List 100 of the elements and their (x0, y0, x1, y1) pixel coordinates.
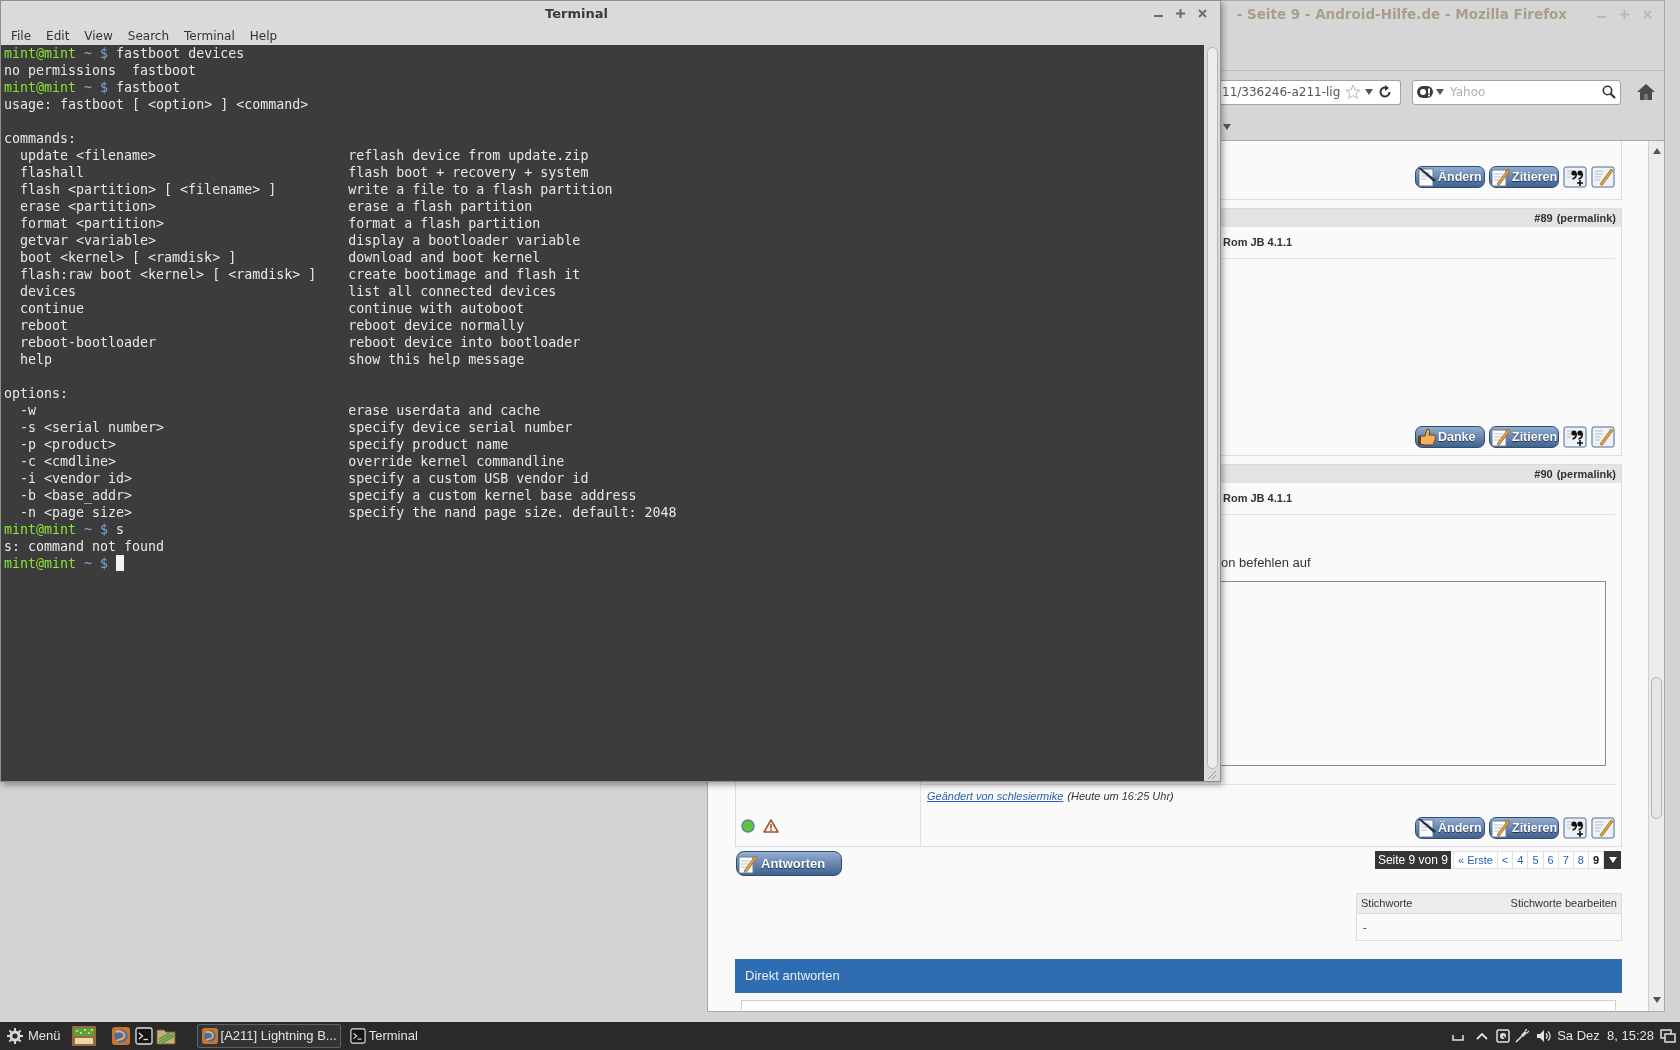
scrollbar-thumb[interactable] (1651, 677, 1662, 819)
url-text: 11/336246-a211-lig (1221, 84, 1342, 101)
option-description: reflash device from update.zip (348, 147, 589, 164)
option-name: -n <page size> (20, 505, 133, 520)
multi-quote-button[interactable] (1563, 426, 1587, 448)
dropdown-arrow-icon[interactable] (1365, 89, 1373, 95)
option-name: -s <serial number> (20, 420, 165, 435)
clock[interactable]: Sa Dez 8, 15:28 (1557, 1026, 1654, 1046)
document-pen-icon (1491, 818, 1511, 838)
close-button[interactable] (1198, 9, 1207, 18)
menu-item[interactable]: Edit (46, 26, 70, 45)
menu-item[interactable]: Help (249, 26, 278, 45)
window-title: - Seite 9 - Android-Hilfe.de - Mozilla Firefox (1236, 4, 1567, 24)
reply-button[interactable]: Antworten (736, 851, 842, 876)
prompt-path: ~ $ (84, 521, 109, 538)
option-name: help (20, 352, 53, 367)
menu-button[interactable]: Menü (0, 1022, 65, 1050)
option-name: update <filename> (20, 148, 157, 163)
reload-icon[interactable] (1378, 85, 1392, 99)
option-name: devices (20, 284, 77, 299)
edit-button[interactable]: Ändern (1415, 166, 1485, 188)
thanks-button[interactable]: Danke (1415, 426, 1485, 448)
dropdown-arrow-icon[interactable] (1436, 89, 1444, 95)
terminal-icon[interactable] (349, 1028, 366, 1044)
page-link[interactable]: 4 (1512, 851, 1529, 869)
option-description: show this help message (348, 351, 525, 368)
home-icon[interactable] (1637, 84, 1655, 100)
prompt-user: mint@mint (4, 45, 77, 62)
option-description: erase a flash partition (348, 198, 533, 215)
desktop-icon[interactable] (71, 1026, 96, 1046)
menu-item[interactable]: File (11, 26, 32, 45)
close-icon (1198, 9, 1207, 18)
close-icon (1643, 10, 1652, 19)
speaker-icon[interactable] (1536, 1029, 1553, 1043)
quote-plus-icon (1563, 817, 1587, 839)
prompt-user: mint@mint (4, 521, 77, 538)
document-pen-icon (1491, 427, 1511, 447)
window-button[interactable]: [A211] Lightning B... (196, 1024, 341, 1048)
dropdown-arrow-icon[interactable] (1223, 123, 1231, 130)
permalink-link[interactable]: (permalink) (1556, 465, 1616, 483)
option-description: specify a custom USB vendor id (348, 470, 589, 487)
menu-item[interactable]: View (84, 26, 113, 45)
option-name: -w (20, 403, 36, 418)
page-menu-button[interactable] (1604, 851, 1621, 869)
dropdown-arrow-icon[interactable] (1608, 857, 1617, 863)
square-icon[interactable] (1496, 1029, 1511, 1043)
globe-icon[interactable] (201, 1028, 218, 1044)
scroll-down-icon[interactable] (1652, 997, 1661, 1003)
plug-icon[interactable] (1515, 1029, 1530, 1043)
prompt-path: ~ $ (84, 555, 109, 572)
permalink-link[interactable]: (permalink) (1556, 209, 1616, 227)
option-description: erase userdata and cache (348, 402, 541, 419)
folder-icon[interactable] (155, 1027, 176, 1045)
option-description: specify device serial number (348, 419, 573, 436)
stacked-windows-icon[interactable] (1660, 1029, 1676, 1043)
document-pen-icon (1491, 167, 1511, 187)
option-description: flash boot + recovery + system (348, 164, 589, 181)
window-title: Terminal (545, 4, 608, 23)
menu-item[interactable]: Search (127, 26, 170, 45)
search-field[interactable]: Yahoo (1412, 79, 1621, 105)
page-link[interactable]: « Erste (1452, 851, 1498, 869)
prompt-user: mint@mint (4, 79, 77, 96)
scroll-up-icon[interactable] (1652, 148, 1661, 154)
option-name: -c <cmdline> (20, 454, 117, 469)
tags-title: Stichworte (1361, 896, 1413, 912)
multi-quote-button[interactable] (1563, 817, 1587, 839)
command-text: s (116, 521, 125, 538)
edit-button[interactable]: Ändern (1415, 817, 1485, 839)
search-engine-icon[interactable] (1417, 85, 1433, 99)
maximize-button[interactable] (1176, 9, 1185, 18)
quote-plus-icon (1563, 166, 1587, 188)
output-line: s: command not found (4, 538, 165, 555)
quote-button[interactable]: Zitieren (1489, 426, 1559, 448)
option-name: reboot-bootloader (20, 335, 157, 350)
pencil-document-icon (1417, 818, 1437, 838)
warning-icon[interactable] (763, 819, 779, 833)
quote-button[interactable]: Zitieren (1489, 166, 1559, 188)
resize-grip-icon[interactable] (1207, 770, 1217, 780)
option-name: -b <base_addr> (20, 488, 133, 503)
post-number: #89 (1534, 210, 1553, 226)
option-description: create bootimage and flash it (348, 266, 581, 283)
star-icon[interactable] (1345, 84, 1361, 100)
quote-button[interactable]: Zitieren (1489, 817, 1559, 839)
globe-icon[interactable] (111, 1027, 130, 1045)
menu-item[interactable]: Terminal (184, 26, 235, 45)
multi-quote-button[interactable] (1563, 166, 1587, 188)
edit-tags-link[interactable]: Stichworte bearbeiten (1510, 895, 1617, 912)
search-icon[interactable] (1602, 85, 1616, 99)
search-input[interactable]: Yahoo (1450, 83, 1602, 101)
chevron-up-icon[interactable] (1476, 1032, 1489, 1040)
address-field[interactable]: 11/336246-a211-lig (1221, 79, 1401, 105)
scrollbar-thumb[interactable] (1206, 47, 1218, 769)
page-link[interactable]: 5 (1527, 851, 1544, 869)
editor-link[interactable]: Geändert von schlesiermike (927, 787, 1064, 805)
output-line: no permissions fastboot (4, 62, 197, 79)
terminal-icon[interactable] (134, 1027, 153, 1045)
window-button[interactable]: Terminal (344, 1024, 422, 1048)
option-name: format <partition> (20, 216, 165, 231)
option-name: -p <product> (20, 437, 117, 452)
output-line: usage: fastboot [ <option> ] <command> (4, 96, 309, 113)
